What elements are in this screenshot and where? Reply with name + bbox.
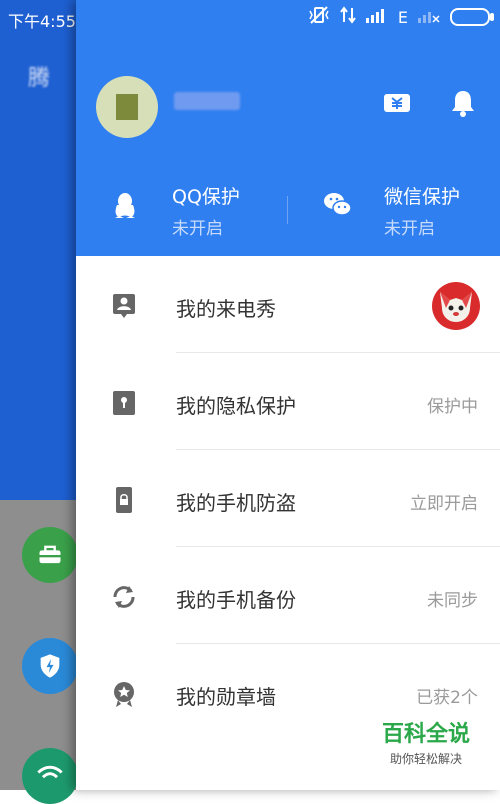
wifi-icon[interactable] xyxy=(22,748,78,804)
menu-item-status: 未同步 xyxy=(427,591,478,611)
wechat-protection-status: 未开启 xyxy=(384,219,435,239)
battery-icon xyxy=(450,8,494,26)
sync-backup-icon xyxy=(110,583,138,611)
menu-item-privacy[interactable]: 我的隐私保护 保护中 xyxy=(76,353,500,450)
drawer-header: E QQ保护 未开启 微信保护 未开启 xyxy=(76,0,500,256)
privacy-lock-icon xyxy=(110,389,138,417)
qq-penguin-icon xyxy=(110,190,140,220)
status-bar: E xyxy=(76,0,500,34)
notification-bell-icon[interactable] xyxy=(448,88,478,118)
fox-avatar-icon xyxy=(432,282,480,330)
menu-item-label: 我的手机防盗 xyxy=(176,491,296,515)
navigation-drawer: E QQ保护 未开启 微信保护 未开启 我的来电秀 我的隐私保护 保护中 我的手… xyxy=(76,0,500,790)
menu-item-label: 我的隐私保护 xyxy=(176,394,296,418)
network-type-label: E xyxy=(397,7,408,27)
status-time: 下午4:55 xyxy=(8,12,76,31)
signal-none-icon xyxy=(418,7,440,27)
menu-item-backup[interactable]: 我的手机备份 未同步 xyxy=(76,547,500,644)
security-shield-icon[interactable] xyxy=(22,638,78,694)
menu-item-status: 立即开启 xyxy=(410,494,478,514)
qq-protection-title: QQ保护 xyxy=(172,186,240,208)
menu-item-label: 我的勋章墙 xyxy=(176,685,276,709)
wechat-protection-title: 微信保护 xyxy=(384,186,461,208)
menu-item-status: 保护中 xyxy=(427,397,478,417)
menu-item-caller-show[interactable]: 我的来电秀 xyxy=(76,256,500,353)
menu-item-anti-theft[interactable]: 我的手机防盗 立即开启 xyxy=(76,450,500,547)
medal-star-icon xyxy=(110,680,138,708)
menu-item-label: 我的来电秀 xyxy=(176,297,276,321)
qq-protection-status: 未开启 xyxy=(172,219,223,239)
data-transfer-icon xyxy=(340,6,356,28)
username-blurred[interactable] xyxy=(174,92,240,110)
toolbox-icon[interactable] xyxy=(22,527,78,583)
protection-divider xyxy=(287,196,288,224)
caller-card-icon xyxy=(110,292,138,320)
signal-strength-icon xyxy=(365,7,388,27)
wechat-protection[interactable]: 微信保护 未开启 xyxy=(322,178,500,239)
vibrate-off-icon xyxy=(308,6,330,28)
avatar[interactable] xyxy=(96,76,158,138)
menu-item-label: 我的手机备份 xyxy=(176,588,296,612)
watermark-title: 百科全说 xyxy=(381,722,470,747)
phone-lock-icon xyxy=(110,486,138,514)
qq-protection[interactable]: QQ保护 未开启 xyxy=(110,178,310,239)
ticket-icon[interactable] xyxy=(382,88,412,118)
background-app-title: 腾 xyxy=(28,66,51,91)
menu-item-status: 已获2个 xyxy=(416,688,478,708)
watermark-subtitle: 助你轻松解决 xyxy=(389,752,462,766)
wechat-icon xyxy=(322,190,352,220)
watermark-logo: 百科全说 助你轻松解决 xyxy=(366,716,486,767)
